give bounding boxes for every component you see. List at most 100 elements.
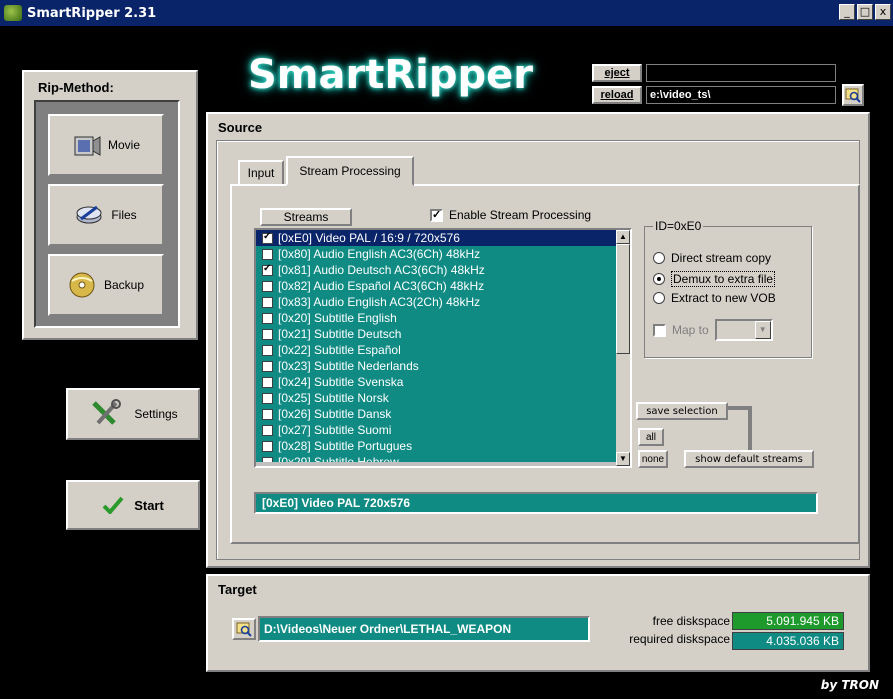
target-label: Target [218, 582, 257, 597]
extract-to-new-vob-label: Extract to new VOB [671, 291, 776, 305]
title-bar[interactable]: SmartRipper 2.31 _ □ x [0, 0, 893, 26]
map-to-select[interactable]: ▼ [714, 319, 773, 341]
stream-checkbox-icon[interactable] [262, 263, 273, 276]
stream-list[interactable]: [0xE0] Video PAL / 16:9 / 720x576 [0x80] … [254, 228, 632, 468]
stream-item[interactable]: [0x25] Subtitle Norsk [256, 390, 630, 406]
stream-label: [0x25] Subtitle Norsk [278, 391, 389, 405]
stream-label: [0x22] Subtitle Español [278, 343, 401, 357]
stream-item[interactable]: [0x20] Subtitle English [256, 310, 630, 326]
stream-checkbox-icon[interactable] [262, 344, 273, 356]
stream-checkbox-icon[interactable] [262, 231, 273, 244]
close-button[interactable]: x [875, 4, 891, 20]
scroll-down-icon[interactable]: ▼ [616, 452, 630, 466]
map-to-label: Map to [672, 323, 709, 337]
backup-label: Backup [103, 278, 145, 292]
stream-rows: [0xE0] Video PAL / 16:9 / 720x576 [0x80] … [256, 230, 630, 466]
enable-stream-processing-label: Enable Stream Processing [449, 208, 592, 222]
stream-list-hscroll[interactable] [256, 462, 616, 466]
rip-method-panel: Rip-Method: Movie Files Backup [22, 70, 198, 340]
credit-text: by TRON [820, 678, 879, 692]
stream-checkbox-icon[interactable] [262, 376, 273, 388]
stream-checkbox-icon[interactable] [262, 328, 273, 340]
direct-stream-copy-radio[interactable]: Direct stream copy [653, 251, 771, 265]
drive-path-field[interactable]: e:\video_ts\ [646, 86, 836, 104]
stream-item[interactable]: [0x26] Subtitle Dansk [256, 406, 630, 422]
source-panel: Source Input Stream Processing Streams E… [206, 112, 870, 568]
current-stream-field: [0xE0] Video PAL 720x576 [254, 492, 818, 514]
files-button[interactable]: Files [48, 184, 164, 246]
demux-to-extra-file-radio[interactable]: Demux to extra file [653, 271, 776, 287]
required-diskspace-label: required diskspace [629, 632, 730, 646]
files-label: Files [111, 208, 137, 222]
maximize-button[interactable]: □ [857, 4, 873, 20]
settings-label: Settings [134, 407, 178, 421]
browse-icon [845, 88, 861, 103]
stream-label: [0x81] Audio Deutsch AC3(6Ch) 48kHz [278, 263, 485, 277]
connector-line [728, 406, 752, 452]
enable-stream-processing-checkbox[interactable]: Enable Stream Processing [430, 208, 591, 222]
minimize-button[interactable]: _ [839, 4, 855, 20]
stream-label: [0x27] Subtitle Suomi [278, 423, 392, 437]
stream-list-scrollbar[interactable]: ▲ ▼ [616, 230, 630, 466]
backup-button[interactable]: Backup [48, 254, 164, 316]
tab-input[interactable]: Input [238, 160, 284, 184]
checkmark-icon [102, 496, 124, 514]
stream-label: [0x80] Audio English AC3(6Ch) 48kHz [278, 247, 481, 261]
stream-checkbox-icon[interactable] [262, 424, 273, 436]
radio-selected-icon [653, 273, 665, 285]
select-none-button[interactable]: none [638, 450, 668, 468]
stream-label: [0x20] Subtitle English [278, 311, 397, 325]
stream-label: [0x28] Subtitle Portugues [278, 439, 413, 453]
stream-checkbox-icon[interactable] [262, 248, 273, 260]
stream-item[interactable]: [0x80] Audio English AC3(6Ch) 48kHz [256, 246, 630, 262]
show-default-streams-button[interactable]: show default streams [684, 450, 814, 468]
stream-item[interactable]: [0x23] Subtitle Nederlands [256, 358, 630, 374]
free-diskspace-label: free diskspace [652, 614, 730, 628]
stream-checkbox-icon[interactable] [262, 408, 273, 420]
stream-checkbox-icon[interactable] [262, 280, 273, 292]
select-all-button[interactable]: all [638, 428, 664, 446]
stream-item[interactable]: [0x81] Audio Deutsch AC3(6Ch) 48kHz [256, 262, 630, 278]
stream-item[interactable]: [0x28] Subtitle Portugues [256, 438, 630, 454]
scroll-thumb[interactable] [616, 244, 630, 354]
chevron-down-icon[interactable]: ▼ [754, 321, 771, 339]
tab-stream-processing[interactable]: Stream Processing [286, 156, 414, 186]
scroll-up-icon[interactable]: ▲ [616, 230, 630, 244]
stream-checkbox-icon[interactable] [262, 440, 273, 452]
stream-item[interactable]: [0x22] Subtitle Español [256, 342, 630, 358]
stream-id-group: ID=0xE0 Direct stream copy Demux to extr… [644, 219, 812, 358]
stream-item[interactable]: [0x21] Subtitle Deutsch [256, 326, 630, 342]
stream-label: [0x26] Subtitle Dansk [278, 407, 392, 421]
tools-icon [92, 399, 122, 425]
streams-column-header[interactable]: Streams [260, 208, 352, 226]
extract-to-new-vob-radio[interactable]: Extract to new VOB [653, 291, 776, 305]
eject-button[interactable]: eject [592, 64, 642, 82]
movie-button[interactable]: Movie [48, 114, 164, 176]
browse-drive-button[interactable] [842, 84, 864, 106]
stream-item[interactable]: [0x83] Audio English AC3(2Ch) 48kHz [256, 294, 630, 310]
stream-item[interactable]: [0x24] Subtitle Svenska [256, 374, 630, 390]
browse-target-button[interactable] [232, 618, 256, 640]
stream-label: [0x83] Audio English AC3(2Ch) 48kHz [278, 295, 481, 309]
radio-icon [653, 292, 665, 304]
stream-item[interactable]: [0xE0] Video PAL / 16:9 / 720x576 [256, 230, 630, 246]
stream-checkbox-icon[interactable] [262, 392, 273, 404]
save-selection-button[interactable]: save selection [636, 402, 728, 420]
checkbox-icon [430, 208, 443, 222]
stream-checkbox-icon[interactable] [262, 360, 273, 372]
stream-item[interactable]: [0x27] Subtitle Suomi [256, 422, 630, 438]
window-controls: _ □ x [839, 4, 891, 20]
stream-label: [0x23] Subtitle Nederlands [278, 359, 419, 373]
stream-checkbox-icon[interactable] [262, 296, 273, 308]
stream-item[interactable]: [0x82] Audio Español AC3(6Ch) 48kHz [256, 278, 630, 294]
stream-label: [0x24] Subtitle Svenska [278, 375, 404, 389]
movie-label: Movie [107, 138, 140, 152]
settings-button[interactable]: Settings [66, 388, 200, 440]
target-path-field[interactable]: D:\Videos\Neuer Ordner\LETHAL_WEAPON [258, 616, 590, 642]
map-to-checkbox[interactable]: Map to ▼ [653, 319, 773, 341]
drive-status-field [646, 64, 836, 82]
stream-checkbox-icon[interactable] [262, 312, 273, 324]
start-button[interactable]: Start [66, 480, 200, 530]
app-icon [4, 5, 22, 21]
reload-button[interactable]: reload [592, 86, 642, 104]
